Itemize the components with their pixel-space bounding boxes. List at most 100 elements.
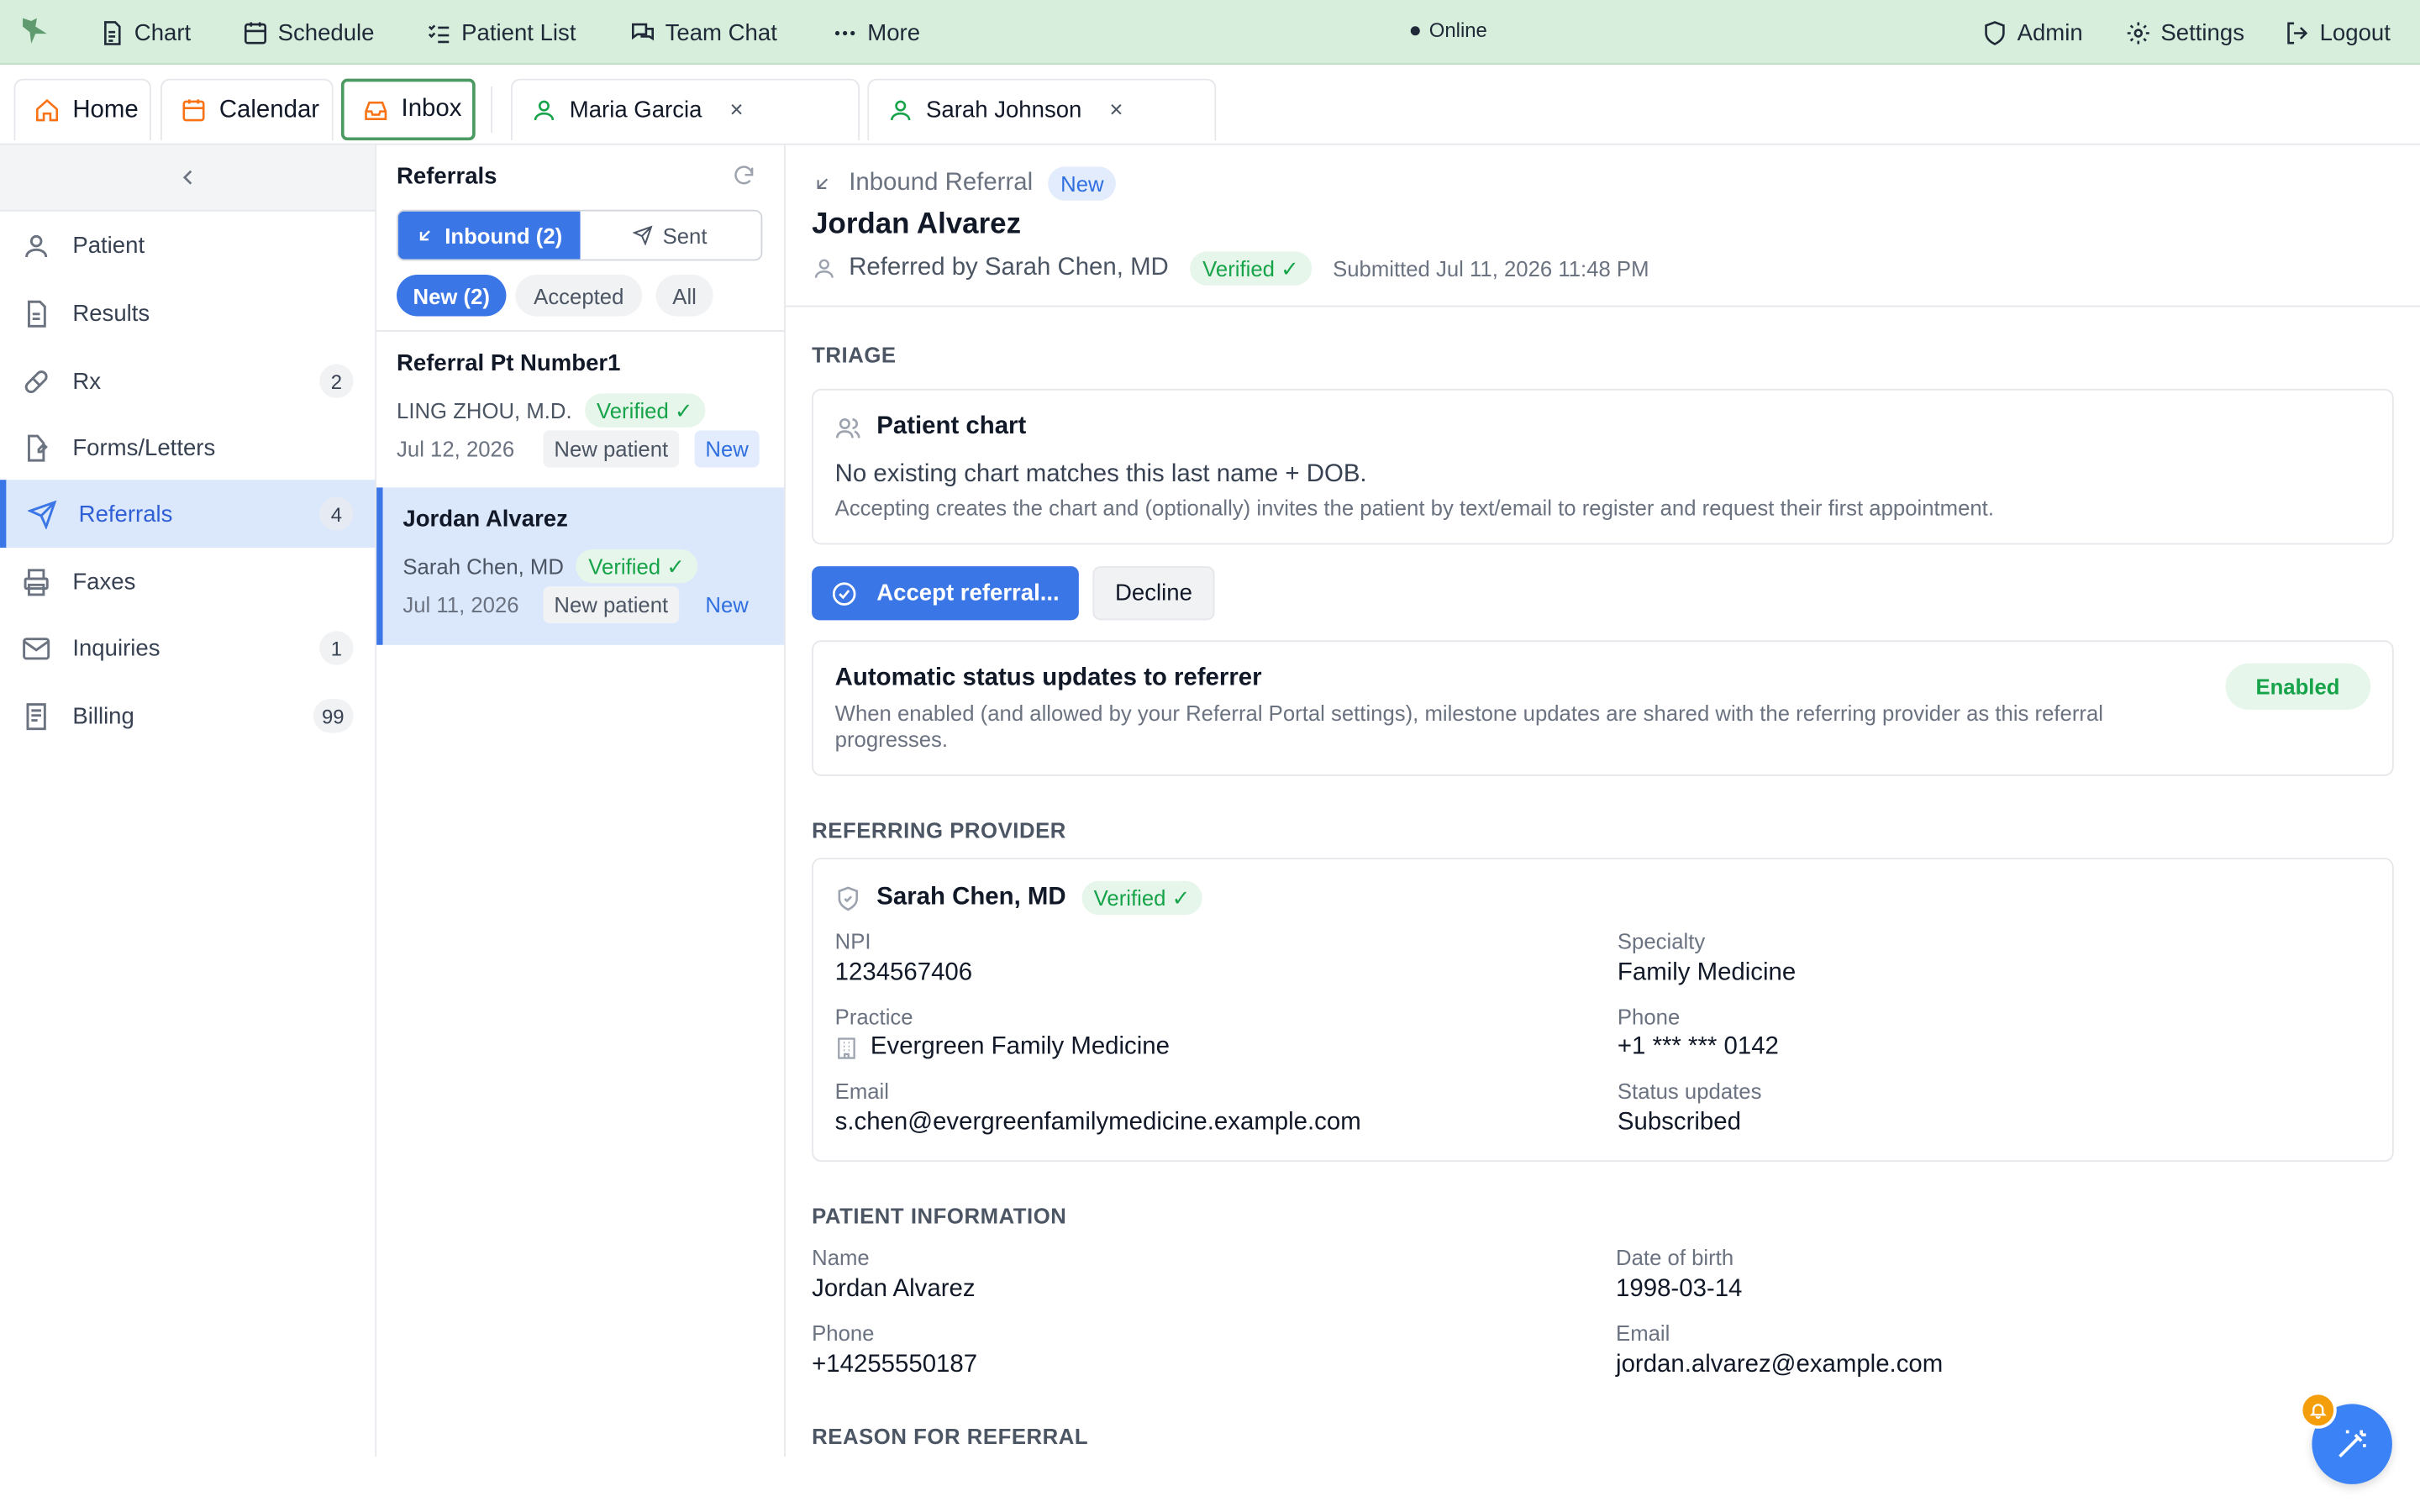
email-value[interactable]: s.chen@evergreenfamilymedicine.example.c… [835,1110,1361,1137]
chat-icon [629,19,655,45]
accept-referral-label: Accept referral... [876,580,1060,606]
sidebar-item-label: Referrals [78,501,173,528]
sidebar-item-forms-letters[interactable]: Forms/Letters [0,413,375,481]
pill-icon [22,366,51,396]
patient-information-heading: PATIENT INFORMATION [812,1203,1067,1229]
nav-logout[interactable]: Logout [2284,14,2391,51]
specialty-label: Specialty [1617,928,1706,954]
tab-home[interactable]: Home [13,78,151,141]
referral-referrer: Sarah Chen, MD Verified ✓ [402,549,697,584]
status-badge: New [694,430,760,468]
nav-admin[interactable]: Admin [1981,14,2083,51]
rx-count-badge: 2 [319,364,354,398]
referral-date: Jul 11, 2026 [402,592,519,617]
nav-more[interactable]: More [832,14,920,51]
notification-badge[interactable] [2299,1391,2337,1429]
referral-patient-name: Referral Pt Number1 [397,349,621,377]
referral-patient-name: Jordan Alvarez [402,506,568,533]
npi-label: NPI [834,928,871,954]
nav-settings-label: Settings [2160,18,2244,46]
nav-chart-label: Chart [134,18,192,46]
tab-patient-sarah-johnson[interactable]: Sarah Johnson × [867,78,1217,141]
nav-more-label: More [867,18,921,46]
document-icon [99,19,125,45]
list-item[interactable]: Jordan Alvarez Sarah Chen, MD Verified ✓… [376,487,785,645]
auto-updates-title: Automatic status updates to referrer [834,664,1262,691]
close-tab-icon[interactable]: × [730,97,744,123]
close-tab-icon[interactable]: × [1109,97,1123,123]
tab-calendar-label: Calendar [218,96,320,123]
direction-toggle: Inbound (2) Sent [397,209,763,261]
list-item[interactable]: Referral Pt Number1 LING ZHOU, M.D. Veri… [376,332,784,489]
sidebar-item-label: Billing [72,702,134,729]
gear-icon [2125,19,2151,45]
tab-inbox[interactable]: Inbox [340,78,476,141]
billing-count-badge: 99 [312,699,354,733]
new-patient-tag: New patient [543,585,680,624]
nav-patient-list[interactable]: Patient List [426,14,576,51]
ellipsis-icon [832,19,858,45]
sidebar-item-label: Inquiries [72,634,160,662]
inbound-toggle-button[interactable]: Inbound (2) [397,211,580,260]
auto-updates-toggle[interactable]: Enabled [2224,663,2371,710]
filter-new[interactable]: New (2) [397,274,507,317]
patient-phone-label: Phone [812,1320,875,1346]
referring-provider-card: Sarah Chen, MD Verified ✓ NPI 1234567406… [812,858,2394,1163]
npi-value: 1234567406 [834,959,973,986]
bird-logo-icon[interactable] [18,14,52,48]
accept-referral-button[interactable]: Accept referral... [812,566,1079,621]
tab-patient-maria-garcia[interactable]: Maria Garcia × [510,78,860,141]
status-badge: New [705,592,749,617]
nav-chart[interactable]: Chart [99,14,192,51]
sidebar-item-rx[interactable]: Rx 2 [0,347,375,415]
user-icon [531,97,557,123]
dob-label: Date of birth [1616,1245,1734,1270]
nav-team-chat[interactable]: Team Chat [629,14,777,51]
referral-date: Jul 12, 2026 [397,436,515,462]
status-dot [1410,25,1420,35]
sidebar-item-billing[interactable]: Billing 99 [0,682,375,750]
auto-status-updates-card: Automatic status updates to referrer Whe… [812,640,2394,776]
sidebar-item-patient[interactable]: Patient [0,212,375,280]
page-title: Jordan Alvarez [812,207,1022,241]
chart-match-message: No existing chart matches this last name… [834,461,1367,488]
mail-icon [22,633,51,663]
sidebar-item-results[interactable]: Results [0,279,375,347]
tab-calendar[interactable]: Calendar [160,78,334,141]
tab-patient-label: Sarah Johnson [926,97,1082,123]
sidebar-item-faxes[interactable]: Faxes [0,548,375,616]
referring-provider-heading: REFERRING PROVIDER [812,817,1066,843]
refresh-icon[interactable] [732,164,756,188]
patient-phone-value: +14255550187 [812,1351,978,1378]
receipt-icon [22,701,51,731]
status-updates-value: Subscribed [1617,1109,1741,1136]
list-title: Referrals [397,163,497,190]
building-icon [835,1036,859,1059]
chevron-left-icon [176,166,198,188]
nav-schedule[interactable]: Schedule [242,14,375,51]
nav-settings[interactable]: Settings [2125,14,2244,51]
referral-detail-pane: Inbound Referral New Jordan Alvarez Refe… [785,144,2420,1457]
user-icon [887,97,913,123]
sidebar-item-referrals[interactable]: Referrals 4 [0,480,376,549]
referrals-count-badge: 4 [319,496,354,531]
filter-all[interactable]: All [655,274,713,317]
check-circle-icon [830,580,858,607]
nav-admin-label: Admin [2017,18,2083,46]
sidebar-item-label: Rx [72,368,102,395]
filter-accepted[interactable]: Accepted [515,274,643,317]
verified-badge: Verified ✓ [584,393,706,428]
verified-badge: Verified ✓ [1081,880,1202,916]
specialty-value: Family Medicine [1617,959,1797,986]
phone-value: +1 *** *** 0142 [1617,1033,1779,1060]
printer-icon [22,567,51,596]
sent-toggle-button[interactable]: Sent [579,211,761,260]
send-icon [633,225,654,246]
user-icon [22,231,51,260]
file-icon [22,298,51,328]
nav-team-chat-label: Team Chat [665,18,777,46]
decline-button[interactable]: Decline [1092,566,1215,621]
patient-email-value: jordan.alvarez@example.com [1616,1351,1944,1378]
collapse-sidebar-button[interactable] [0,144,376,212]
sidebar-item-inquiries[interactable]: Inquiries 1 [0,614,375,682]
